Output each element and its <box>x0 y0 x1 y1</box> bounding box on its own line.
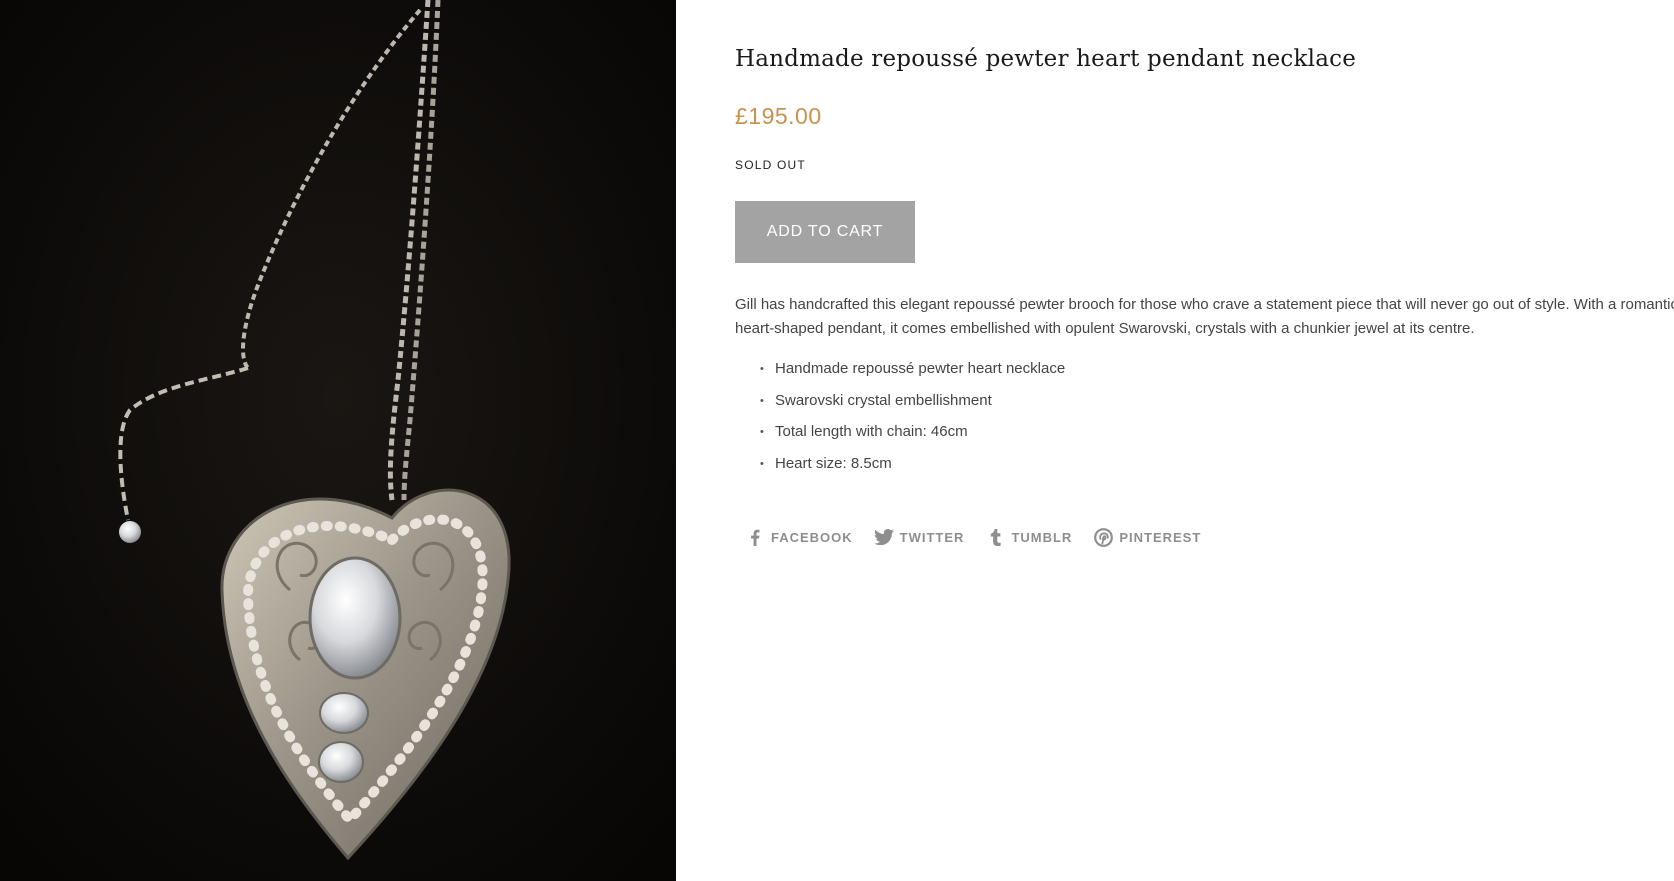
tumblr-icon <box>985 527 1005 547</box>
social-share-bar: FACEBOOK TWITTER TUMBLR PINTEREST <box>745 527 1222 547</box>
product-price: £195.00 <box>735 103 822 129</box>
feature-item: Total length with chain: 46cm <box>760 421 1065 453</box>
share-tumblr-link[interactable]: TUMBLR <box>985 527 1072 547</box>
feature-item: Heart size: 8.5cm <box>760 453 1065 485</box>
product-description: Gill has handcrafted this elegant repous… <box>735 293 1674 341</box>
feature-item: Handmade repoussé pewter heart necklace <box>760 358 1065 390</box>
product-details: Handmade repoussé pewter heart pendant n… <box>735 0 1674 881</box>
facebook-icon <box>745 527 765 547</box>
product-image[interactable] <box>0 0 676 881</box>
share-pinterest-label: PINTEREST <box>1119 529 1202 545</box>
feature-item: Swarovski crystal embellishment <box>760 390 1065 422</box>
share-tumblr-label: TUMBLR <box>1011 529 1073 545</box>
twitter-icon <box>873 527 894 547</box>
share-pinterest-link[interactable]: PINTEREST <box>1093 527 1201 547</box>
description-line: heart-shaped pendant, it comes embellish… <box>735 320 1475 337</box>
add-to-cart-button[interactable]: ADD TO CART <box>735 201 915 263</box>
share-facebook-link[interactable]: FACEBOOK <box>745 527 853 547</box>
product-features-list: Handmade repoussé pewter heart necklace … <box>735 358 1065 484</box>
stock-status-label: SOLD OUT <box>735 158 806 172</box>
pinterest-icon <box>1093 527 1113 547</box>
share-twitter-link[interactable]: TWITTER <box>873 527 965 547</box>
share-twitter-label: TWITTER <box>899 529 965 545</box>
description-line: Gill has handcrafted this elegant repous… <box>735 296 1674 313</box>
share-facebook-label: FACEBOOK <box>771 529 853 545</box>
product-page: Handmade repoussé pewter heart pendant n… <box>0 0 1674 881</box>
product-title: Handmade repoussé pewter heart pendant n… <box>735 46 1357 72</box>
